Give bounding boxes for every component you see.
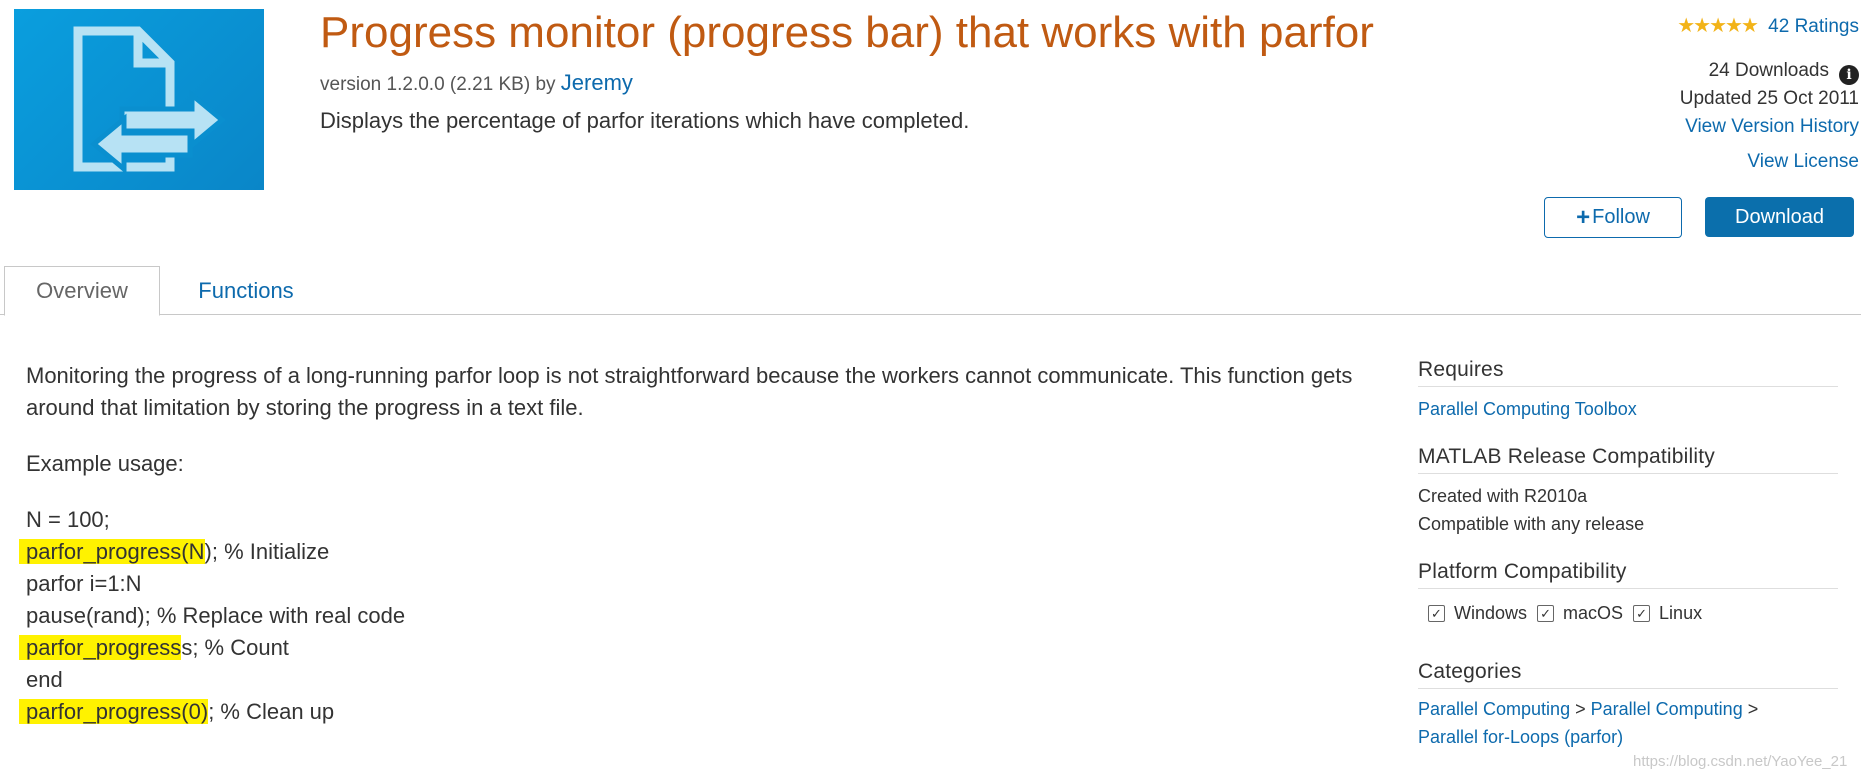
- checkbox-checked-icon: ✓: [1428, 605, 1445, 622]
- tab-bar: Overview Functions: [0, 266, 1861, 316]
- follow-label: Follow: [1592, 206, 1650, 228]
- category-link-parfor[interactable]: Parallel for-Loops (parfor): [1418, 727, 1623, 747]
- code-highlight: parfor_progress: [19, 635, 182, 660]
- plus-icon: +: [1576, 203, 1591, 231]
- code-text: ); % Initialize: [204, 539, 330, 564]
- tab-functions[interactable]: Functions: [172, 266, 320, 315]
- version-line: version 1.2.0.0 (2.21 KB) by Jeremy: [320, 70, 633, 96]
- info-icon[interactable]: i: [1839, 65, 1859, 85]
- download-button[interactable]: Download: [1705, 197, 1854, 237]
- platform-windows: Windows: [1454, 603, 1528, 623]
- requires-heading: Requires: [1418, 358, 1838, 387]
- requires-toolbox-link[interactable]: Parallel Computing Toolbox: [1418, 399, 1637, 419]
- author-link[interactable]: Jeremy: [561, 70, 633, 95]
- page-title: Progress monitor (progress bar) that wor…: [320, 8, 1374, 57]
- code-line: parfor i=1:N: [26, 568, 1356, 600]
- platform-linux: Linux: [1659, 603, 1703, 623]
- summary: Displays the percentage of parfor iterat…: [320, 108, 970, 133]
- follow-button[interactable]: + Follow: [1544, 197, 1682, 238]
- code-line: end: [26, 664, 1356, 696]
- code-highlight: parfor_progress(0): [19, 699, 209, 724]
- rating-stars-icon: ★★★★★: [1677, 15, 1759, 37]
- code-example: N = 100; parfor_progress(N); % Initializ…: [19, 504, 1356, 728]
- code-text: parfor i=1:N: [26, 571, 142, 596]
- platform-list: ✓ Windows ✓ macOS ✓ Linux: [1418, 603, 1838, 624]
- breadcrumb-separator: >: [1747, 699, 1759, 719]
- overview-content: Monitoring the progress of a long-runnin…: [19, 360, 1356, 728]
- view-license-link[interactable]: View License: [1747, 151, 1859, 172]
- ratings-link[interactable]: 42 Ratings: [1768, 16, 1859, 37]
- code-text: ; % Clean up: [208, 699, 335, 724]
- code-text: end: [26, 667, 63, 692]
- release-heading: MATLAB Release Compatibility: [1418, 445, 1838, 474]
- watermark: https://blog.csdn.net/YaoYee_21: [1633, 753, 1848, 770]
- package-thumbnail: [14, 9, 264, 190]
- downloads-count: 24 Downloads: [1708, 60, 1829, 81]
- meta-panel: ★★★★★ 42 Ratings 24 Downloads i Updated 2…: [1677, 12, 1859, 176]
- file-exchange-icon: [73, 26, 226, 175]
- platform-heading: Platform Compatibility: [1418, 560, 1838, 589]
- platform-macos: macOS: [1563, 603, 1624, 623]
- description: Monitoring the progress of a long-runnin…: [26, 363, 1353, 420]
- code-line: parfor_progress(N); % Initialize: [19, 536, 1356, 568]
- code-line: N = 100;: [26, 504, 1356, 536]
- breadcrumb-separator: >: [1575, 699, 1586, 719]
- categories-heading: Categories: [1418, 660, 1838, 689]
- category-path: Parallel Computing > Parallel Computing …: [1418, 695, 1838, 723]
- category-link-parallel-computing[interactable]: Parallel Computing: [1418, 699, 1570, 719]
- checkbox-checked-icon: ✓: [1537, 605, 1555, 622]
- tab-overview[interactable]: Overview: [4, 266, 160, 316]
- example-label: Example usage:: [26, 451, 184, 476]
- release-section: MATLAB Release Compatibility Created wit…: [1418, 445, 1838, 538]
- code-line: parfor_progress(0); % Clean up: [19, 696, 1356, 728]
- code-line: parfor_progresss; % Count: [19, 632, 1356, 664]
- code-line: pause(rand); % Replace with real code: [26, 600, 1356, 632]
- code-text: pause(rand); % Replace with real code: [26, 603, 406, 628]
- compatible-with: Compatible with any release: [1418, 514, 1645, 534]
- created-with: Created with R2010a: [1418, 486, 1588, 506]
- view-version-history-link[interactable]: View Version History: [1685, 116, 1859, 137]
- details-sidebar: Requires Parallel Computing Toolbox MATL…: [1418, 358, 1838, 773]
- platform-section: Platform Compatibility ✓ Windows ✓ macOS ✓…: [1418, 560, 1838, 624]
- updated-date: Updated 25 Oct 2011: [1679, 88, 1859, 109]
- requires-section: Requires Parallel Computing Toolbox: [1418, 358, 1838, 423]
- categories-section: Categories Parallel Computing > Parallel…: [1418, 660, 1838, 751]
- checkbox-checked-icon: ✓: [1633, 605, 1651, 622]
- code-highlight: parfor_progress(N: [19, 539, 205, 564]
- code-text: N = 100;: [26, 507, 110, 532]
- version-text: version 1.2.0.0 (2.21 KB) by: [320, 74, 556, 95]
- category-link-parallel-computing-sub[interactable]: Parallel Computing: [1591, 699, 1743, 719]
- downloads-row: 24 Downloads i: [1677, 57, 1859, 85]
- ratings-row: ★★★★★ 42 Ratings: [1677, 12, 1859, 41]
- category-path-cont: Parallel for-Loops (parfor): [1418, 723, 1838, 751]
- code-text: s; % Count: [181, 635, 289, 660]
